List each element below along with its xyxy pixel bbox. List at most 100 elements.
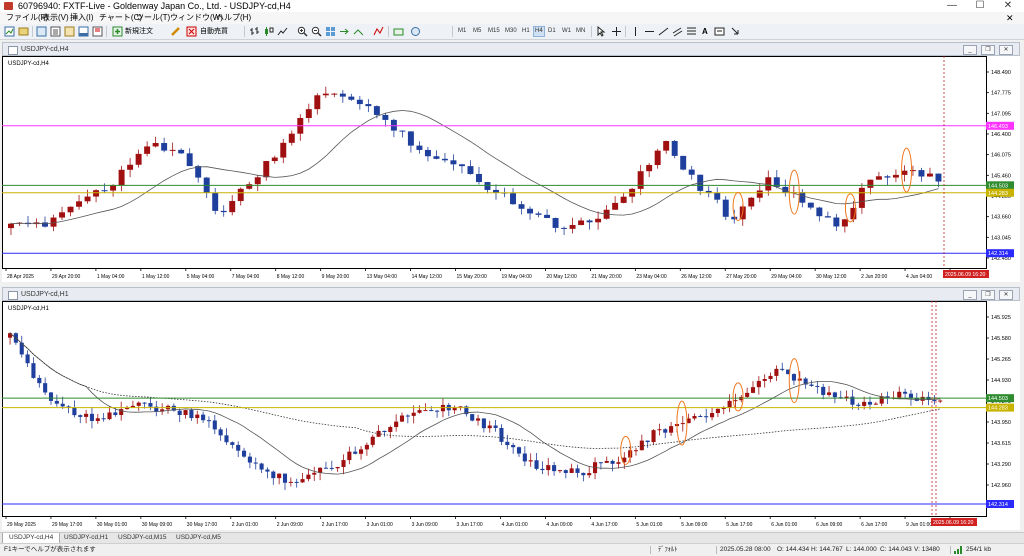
autoscroll-icon[interactable] — [353, 26, 364, 37]
time-tick-label: 14 May 12:00 — [412, 274, 443, 280]
fibonacci-icon[interactable] — [686, 26, 697, 37]
cursor-icon[interactable] — [596, 26, 607, 37]
candle-body — [750, 387, 756, 393]
timeframe-h4[interactable]: H4 — [533, 26, 545, 37]
zoom-in-icon[interactable] — [297, 26, 308, 37]
bar-chart-icon[interactable] — [249, 26, 260, 37]
chart-minimize-button[interactable]: _ — [963, 45, 977, 55]
text-label-icon[interactable] — [714, 26, 725, 37]
candle-body — [799, 192, 806, 203]
candle-body — [897, 391, 902, 398]
new-order-button[interactable]: 新規注文 — [125, 24, 153, 39]
data-window-icon[interactable] — [50, 26, 61, 37]
candle-body — [903, 391, 908, 394]
menu-tools[interactable]: ツール(T) — [136, 12, 170, 24]
market-watch-icon[interactable] — [36, 26, 47, 37]
time-tick-label: 21 May 20:00 — [591, 274, 622, 280]
chart-close-button[interactable]: ✕ — [999, 290, 1013, 300]
chart-restore-button[interactable]: ❐ — [981, 45, 995, 55]
tab-usdjpy-m15[interactable]: USDJPY-cd,M15 — [112, 533, 173, 543]
menu-window[interactable]: ウィンドウ(W) — [170, 12, 223, 24]
timeframe-m15[interactable]: M15 — [487, 27, 501, 36]
line-chart-icon[interactable] — [277, 26, 288, 37]
maximize-button[interactable]: ☐ — [968, 0, 992, 12]
candle-body — [586, 220, 593, 223]
candle-body — [271, 471, 276, 479]
navigator-icon[interactable] — [64, 26, 75, 37]
chart-shift-icon[interactable] — [339, 26, 350, 37]
chart-minimize-button[interactable]: _ — [963, 290, 977, 300]
crosshair-icon[interactable] — [611, 26, 622, 37]
chart-window-title-h1[interactable]: USDJPY-cd,H1 _ ❐ ✕ — [2, 287, 1020, 301]
candle-body — [493, 189, 499, 193]
timeframe-d1[interactable]: D1 — [547, 27, 557, 36]
candle-body — [169, 149, 176, 151]
tab-usdjpy-h1[interactable]: USDJPY-cd,H1 — [58, 533, 114, 543]
candle-body — [242, 450, 247, 457]
minimize-button[interactable]: — — [940, 0, 964, 12]
candle-body — [809, 384, 814, 386]
price-chart-h1[interactable]: USDJPY-cd,H1 145.925 145.580 145.265 144.930… — [2, 301, 1020, 530]
status-profile: ﾃﾞﾌｫﾙﾄ — [658, 546, 678, 553]
tab-usdjpy-m5[interactable]: USDJPY-cd,M5 — [170, 533, 227, 543]
chart-close-button[interactable]: ✕ — [999, 45, 1013, 55]
metaeditor-icon[interactable] — [170, 26, 181, 37]
timeframe-h1[interactable]: H1 — [521, 27, 531, 36]
horizontal-line-icon[interactable] — [644, 26, 655, 37]
candle-body — [832, 392, 837, 398]
candle-body — [756, 380, 761, 388]
candle-body — [797, 378, 802, 381]
candle-body — [305, 109, 312, 119]
arrows-icon[interactable] — [730, 26, 741, 37]
terminal-icon[interactable] — [78, 26, 89, 37]
candle-body — [780, 368, 785, 370]
indicators-icon[interactable] — [373, 26, 384, 37]
candlestick-icon[interactable] — [263, 26, 274, 37]
candle-body — [901, 170, 908, 175]
candle-body — [534, 460, 539, 469]
candle-body — [247, 456, 252, 463]
candle-body — [356, 99, 363, 105]
candle-body — [312, 472, 317, 475]
strategy-tester-icon[interactable] — [92, 26, 103, 37]
timeframe-w1[interactable]: W1 — [561, 27, 572, 36]
auto-trading-icon[interactable] — [186, 26, 197, 37]
candle-body — [692, 415, 697, 419]
text-tool-icon[interactable]: A — [702, 24, 708, 39]
menu-view[interactable]: 表示(V) — [42, 12, 69, 24]
tile-windows-icon[interactable] — [325, 26, 336, 37]
candle-body — [382, 114, 389, 120]
time-tick-label: 1 May 12:00 — [142, 274, 170, 280]
trendline-icon[interactable] — [658, 26, 669, 37]
templates-icon[interactable] — [410, 26, 421, 37]
new-chart-icon[interactable] — [4, 26, 15, 37]
candle-body — [107, 412, 112, 420]
profiles-icon[interactable] — [18, 26, 29, 37]
price-chart-h4[interactable]: USDJPY-cd,H4 148.490 147.775 147.095 146.400… — [2, 56, 1020, 282]
time-tick-label: 7 May 04:00 — [232, 274, 260, 280]
candle-body — [189, 410, 194, 419]
timeframe-m5[interactable]: M5 — [472, 27, 482, 36]
candle-body — [552, 465, 557, 472]
zoom-out-icon[interactable] — [311, 26, 322, 37]
new-order-icon[interactable] — [112, 26, 123, 37]
menu-help[interactable]: ヘルプ(H) — [216, 12, 251, 24]
candle-body — [25, 354, 30, 364]
candle-body — [388, 427, 393, 432]
menu-insert[interactable]: 挿入(I) — [70, 12, 94, 24]
vertical-line-icon[interactable] — [630, 26, 641, 37]
timeframe-m30[interactable]: M30 — [504, 27, 518, 36]
chart-restore-button[interactable]: ❐ — [981, 290, 995, 300]
chart-window-title-h4[interactable]: USDJPY-cd,H4 _ ❐ ✕ — [2, 42, 1020, 56]
channel-icon[interactable] — [672, 26, 683, 37]
candle-body — [314, 95, 321, 110]
candle-body — [791, 374, 796, 381]
mdi-close-icon[interactable]: ✕ — [1006, 12, 1014, 24]
candle-body — [721, 407, 726, 409]
periods-icon[interactable] — [393, 26, 404, 37]
timeframe-m1[interactable]: M1 — [457, 27, 467, 36]
timeframe-mn[interactable]: MN — [575, 27, 586, 36]
auto-trading-button[interactable]: 自動売買 — [200, 24, 228, 39]
close-button[interactable]: ✕ — [996, 0, 1020, 12]
candle-body — [390, 119, 397, 131]
